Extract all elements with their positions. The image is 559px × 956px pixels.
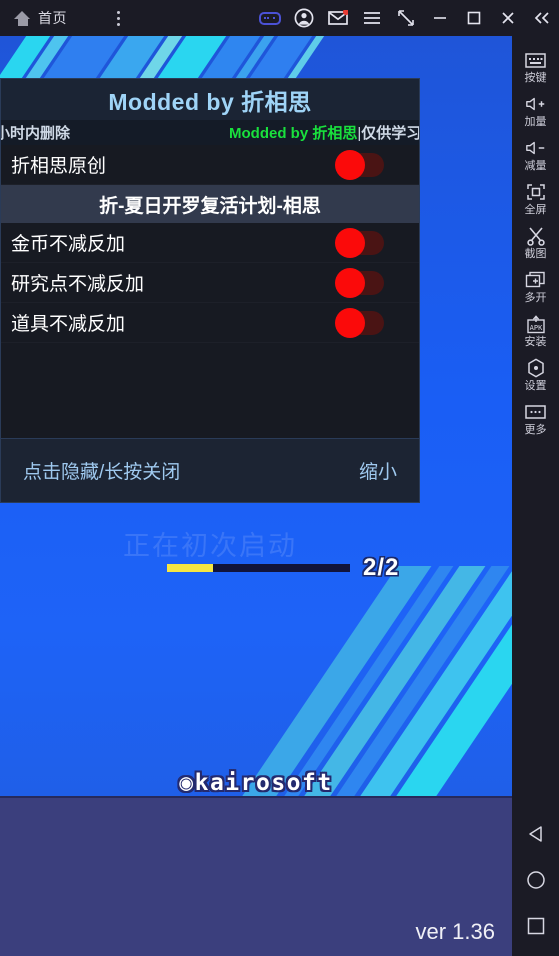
decorative-stripes-top xyxy=(0,36,512,82)
mod-row-label: 金币不减反加 xyxy=(11,234,126,255)
home-icon xyxy=(14,10,31,26)
minimize-icon[interactable] xyxy=(423,0,457,36)
toggle-knob xyxy=(335,149,365,180)
toggle-switch[interactable] xyxy=(335,149,384,180)
toggle-switch[interactable] xyxy=(335,267,384,298)
sidebar-item-label: 设置 xyxy=(524,380,547,392)
kebab-dot xyxy=(116,16,120,20)
sidebar-item-multi-instance[interactable]: 多开 xyxy=(512,266,559,310)
mod-list-empty-space xyxy=(1,343,419,438)
sidebar-item-more[interactable]: 更多 xyxy=(512,398,559,442)
sidebar-item-label: 加量 xyxy=(524,116,547,128)
collapse-icon[interactable] xyxy=(525,0,559,36)
home-tab-label: 首页 xyxy=(38,10,67,26)
close-icon[interactable] xyxy=(491,0,525,36)
mod-hide-hint[interactable]: 点击隐藏/长按关闭 xyxy=(23,457,180,484)
svg-text:APK: APK xyxy=(529,324,542,332)
mod-options-list: 金币不减反加 研究点不减反加 道具不减反加 xyxy=(1,223,419,438)
sidebar-item-volume-down[interactable]: 减量 xyxy=(512,134,559,178)
mod-menu-panel[interactable]: Modded by 折相思 小时内删除 Modded by 折相思|仅供学习交 … xyxy=(0,78,420,503)
more-options-icon[interactable] xyxy=(109,7,127,29)
resize-icon[interactable] xyxy=(389,0,423,36)
mail-icon[interactable] xyxy=(321,0,355,36)
emulator-screen[interactable]: 正在初次启动 2/2 ◉kairosoft ver 1.36 Modded by… xyxy=(0,36,512,956)
kebab-dot xyxy=(116,22,120,26)
progress-bar-fill xyxy=(167,564,213,572)
mod-panel-title: Modded by 折相思 xyxy=(1,79,419,120)
marquee-green-text: Modded by 折相思 xyxy=(229,125,358,142)
android-back-icon[interactable] xyxy=(524,822,548,846)
mod-minimize-button[interactable]: 缩小 xyxy=(359,457,397,484)
volume-up-icon xyxy=(525,94,547,114)
mod-section-header: 折-夏日开罗复活计划-相思 xyxy=(1,185,419,223)
sidebar-item-keys[interactable]: 按键 xyxy=(512,46,559,90)
account-icon[interactable] xyxy=(287,0,321,36)
decorative-stripes-bottom xyxy=(0,566,512,796)
sidebar-item-label: 多开 xyxy=(524,292,547,304)
gamepad-icon[interactable] xyxy=(253,0,287,36)
settings-icon xyxy=(525,358,547,378)
marquee-tail-text: 仅供学习交 xyxy=(361,125,419,142)
mod-panel-footer: 点击隐藏/长按关闭 缩小 xyxy=(1,438,419,502)
menu-icon[interactable] xyxy=(355,0,389,36)
more-icon xyxy=(525,402,547,422)
titlebar-actions xyxy=(253,0,559,36)
apk-install-icon: APK xyxy=(525,314,547,334)
mod-row-label: 道具不减反加 xyxy=(11,314,126,335)
emulator-sidebar: 按键 加量 减量 全屏 截图 多开 APK 安装 设置 更多 xyxy=(512,36,559,956)
mod-marquee: 小时内删除 Modded by 折相思|仅供学习交 xyxy=(1,120,419,145)
mod-row-author[interactable]: 折相思原创 xyxy=(1,145,419,185)
keyboard-icon xyxy=(525,50,547,70)
sidebar-item-install[interactable]: APK 安装 xyxy=(512,310,559,354)
mod-row-option[interactable]: 研究点不减反加 xyxy=(1,263,419,303)
mod-row-option[interactable]: 金币不减反加 xyxy=(1,223,419,263)
sidebar-item-settings[interactable]: 设置 xyxy=(512,354,559,398)
mod-row-option[interactable]: 道具不减反加 xyxy=(1,303,419,343)
scissors-icon xyxy=(525,226,547,246)
game-lower-pane: ver 1.36 xyxy=(0,796,512,956)
marquee-left-text: 小时内删除 xyxy=(1,125,71,142)
sidebar-item-label: 全屏 xyxy=(524,204,547,216)
sidebar-item-volume-up[interactable]: 加量 xyxy=(512,90,559,134)
toggle-knob xyxy=(335,267,365,298)
home-tab[interactable]: 首页 xyxy=(14,8,67,28)
window-titlebar: 首页 xyxy=(0,0,559,36)
sidebar-item-fullscreen[interactable]: 全屏 xyxy=(512,178,559,222)
marquee-right-text: Modded by 折相思|仅供学习交 xyxy=(229,122,419,143)
fullscreen-icon xyxy=(525,182,547,202)
maximize-icon[interactable] xyxy=(457,0,491,36)
progress-count-label: 2/2 xyxy=(363,554,400,581)
kairosoft-logo: ◉kairosoft xyxy=(179,770,333,796)
sidebar-item-label: 减量 xyxy=(524,160,547,172)
mod-row-label: 折相思原创 xyxy=(11,156,107,177)
toggle-switch[interactable] xyxy=(335,227,384,258)
sidebar-item-screenshot[interactable]: 截图 xyxy=(512,222,559,266)
sidebar-item-label: 更多 xyxy=(524,424,547,436)
emulator-window: 首页 正在初次启动 2/2 ◉kairosoft ver 1.36 Modded… xyxy=(0,0,559,956)
sidebar-item-label: 按键 xyxy=(524,72,547,84)
volume-down-icon xyxy=(525,138,547,158)
toggle-knob xyxy=(335,227,365,258)
mod-row-label: 研究点不减反加 xyxy=(11,274,145,295)
progress-bar xyxy=(167,564,350,572)
android-recents-icon[interactable] xyxy=(524,914,548,938)
toggle-switch[interactable] xyxy=(335,307,384,338)
kebab-dot xyxy=(116,10,120,14)
game-version-label: ver 1.36 xyxy=(415,919,496,944)
toggle-knob xyxy=(335,307,365,338)
sidebar-item-label: 截图 xyxy=(524,248,547,260)
multi-instance-icon xyxy=(525,270,547,290)
android-home-icon[interactable] xyxy=(524,868,548,892)
sidebar-item-label: 安装 xyxy=(524,336,547,348)
loading-progress-row: 2/2 xyxy=(0,554,420,582)
android-nav-buttons xyxy=(512,822,559,948)
